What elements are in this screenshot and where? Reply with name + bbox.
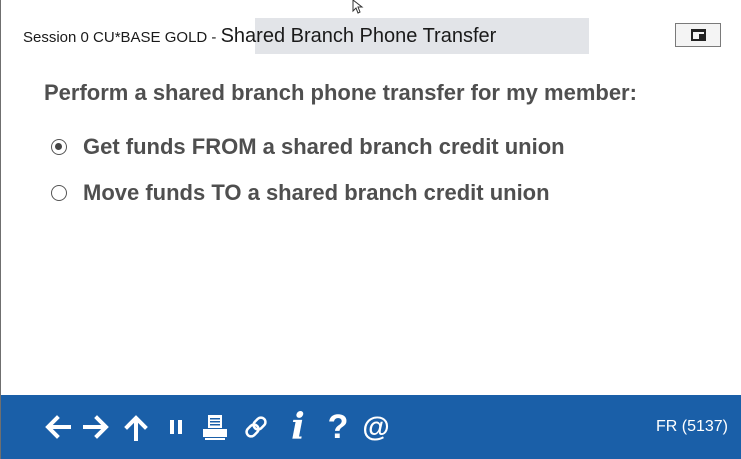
session-label: Session 0 CU*BASE GOLD - bbox=[23, 29, 221, 46]
screen-title: Shared Branch Phone Transfer bbox=[220, 25, 497, 47]
pause-icon[interactable] bbox=[164, 409, 188, 445]
restore-window-icon bbox=[690, 29, 706, 41]
help-icon[interactable]: ? bbox=[325, 409, 351, 445]
screen-code: FR (5137) bbox=[655, 418, 728, 435]
option-label-get-funds-from: Get funds FROM a shared branch credit un… bbox=[83, 134, 565, 159]
radio-move-funds-to[interactable] bbox=[51, 185, 67, 201]
link-icon[interactable] bbox=[241, 409, 271, 445]
back-arrow-icon[interactable] bbox=[42, 409, 72, 445]
forward-arrow-icon[interactable] bbox=[82, 409, 112, 445]
printer-icon[interactable] bbox=[200, 409, 230, 445]
title-bar: Session 0 CU*BASE GOLD - Shared Branch P… bbox=[1, 18, 741, 54]
app-window: Session 0 CU*BASE GOLD - Shared Branch P… bbox=[0, 0, 741, 459]
info-icon[interactable]: i bbox=[285, 409, 311, 445]
option-get-funds-from[interactable]: Get funds FROM a shared branch credit un… bbox=[51, 134, 565, 160]
bottom-toolbar: i ? @ bbox=[1, 395, 741, 459]
mouse-cursor-icon bbox=[352, 0, 364, 14]
option-move-funds-to[interactable]: Move funds TO a shared branch credit uni… bbox=[51, 180, 550, 206]
at-icon[interactable]: @ bbox=[361, 409, 391, 445]
page-prompt: Perform a shared branch phone transfer f… bbox=[44, 80, 637, 105]
restore-window-button[interactable] bbox=[675, 23, 721, 47]
option-label-move-funds-to: Move funds TO a shared branch credit uni… bbox=[83, 180, 550, 205]
up-arrow-icon[interactable] bbox=[121, 409, 151, 445]
radio-get-funds-from[interactable] bbox=[51, 139, 67, 155]
window-title: Session 0 CU*BASE GOLD - Shared Branch P… bbox=[23, 18, 496, 54]
